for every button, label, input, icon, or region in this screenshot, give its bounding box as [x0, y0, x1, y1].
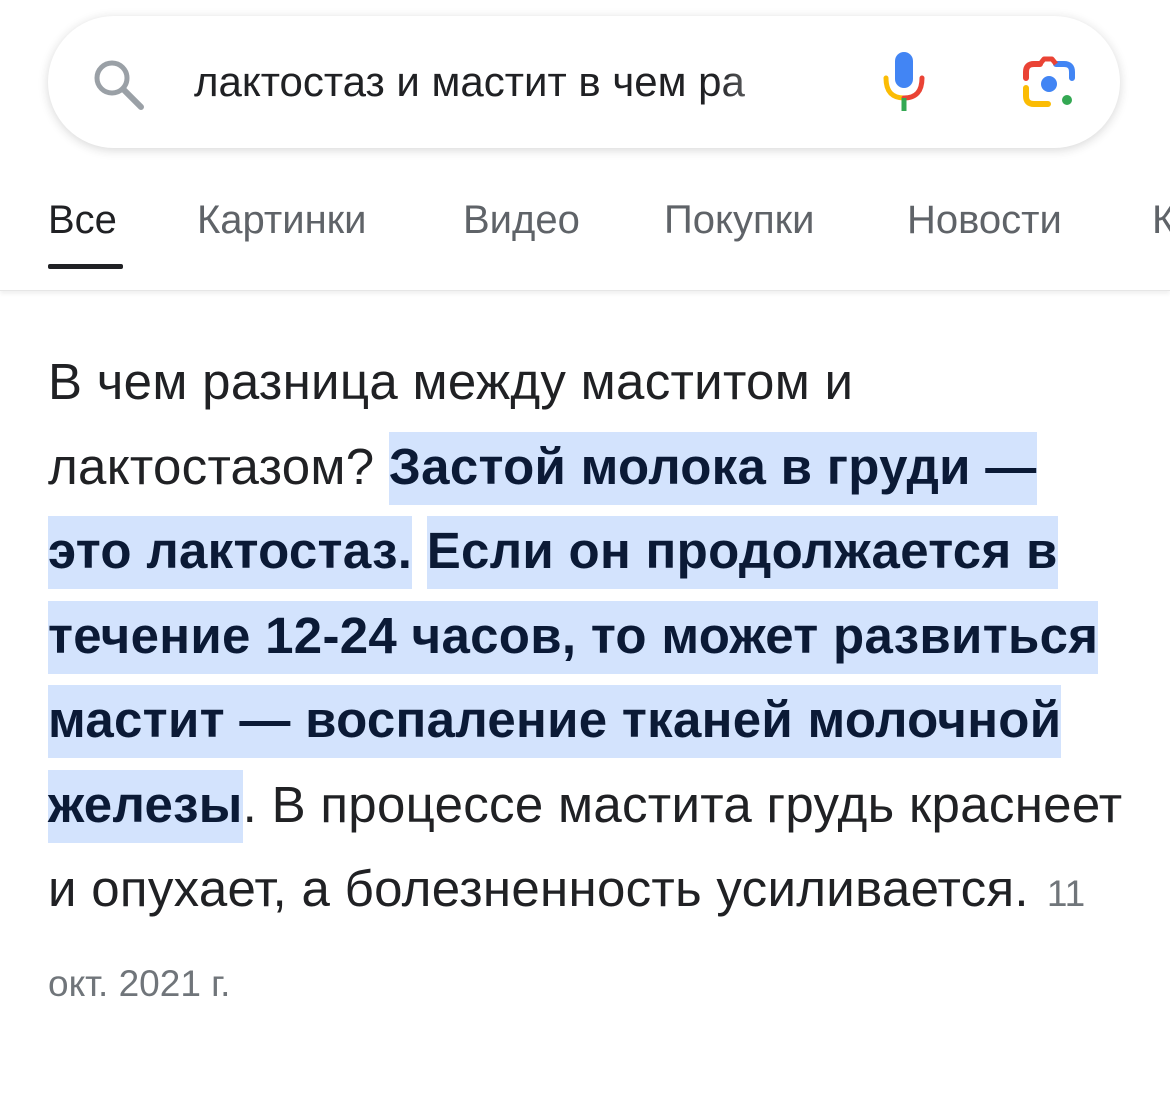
snippet-space [412, 522, 426, 579]
featured-snippet: В чем разница между маститом и лактостаз… [48, 340, 1123, 1026]
search-bar[interactable]: лактостаз и мастит в чем ра [48, 16, 1120, 148]
tab-all[interactable]: Все [48, 198, 117, 243]
google-lens-icon[interactable] [1020, 56, 1080, 112]
microphone-icon[interactable] [881, 50, 927, 114]
tab-news[interactable]: Новости [907, 198, 1062, 243]
search-icon[interactable] [90, 56, 148, 114]
tab-more[interactable]: К [1152, 198, 1170, 243]
search-input[interactable]: лактостаз и мастит в чем ра [194, 52, 844, 112]
search-tabs: Все Картинки Видео Покупки Новости К [0, 168, 1170, 291]
tab-images[interactable]: Картинки [197, 198, 367, 243]
tab-shopping[interactable]: Покупки [664, 198, 814, 243]
active-tab-indicator [48, 264, 123, 269]
tab-videos[interactable]: Видео [463, 198, 580, 243]
